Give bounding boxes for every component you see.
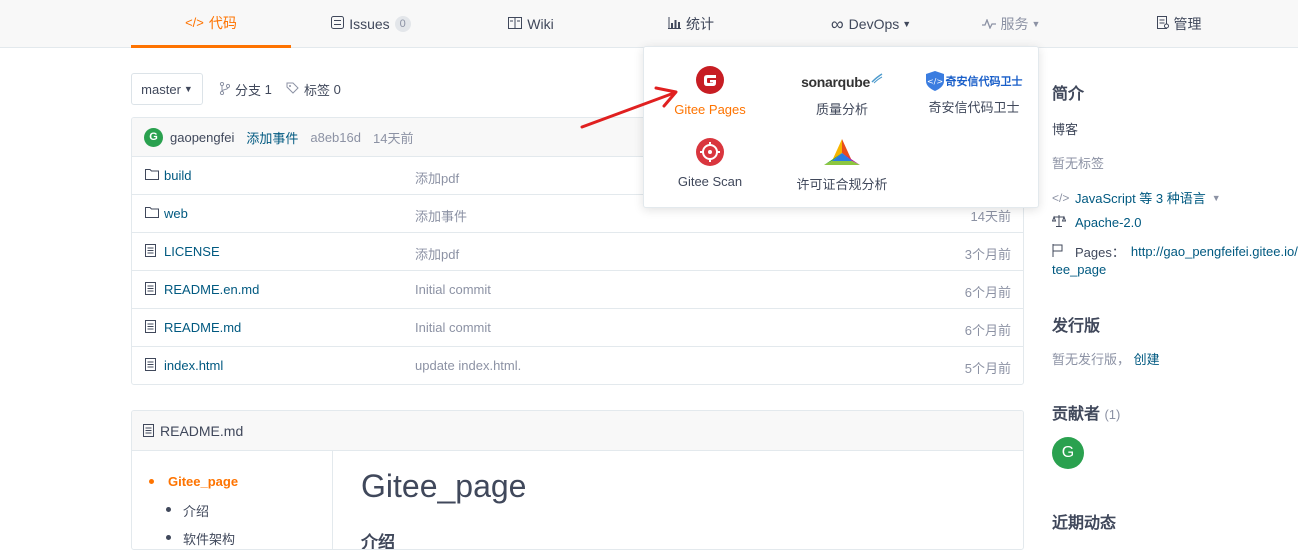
file-commit-message[interactable]: update index.html. bbox=[415, 358, 521, 373]
file-icon bbox=[145, 282, 156, 298]
commit-time: 14天前 bbox=[372, 130, 414, 146]
file-icon bbox=[145, 358, 156, 374]
file-name[interactable]: web bbox=[164, 206, 188, 221]
sonarqube-logo: sonarqube bbox=[776, 71, 908, 93]
file-icon bbox=[145, 320, 156, 336]
table-row: README.en.md Initial commit 6个月前 bbox=[132, 271, 1023, 309]
repo-nav-bar: </> 代码 Issues 0 Wiki 统计 ∞ DevOps ▼ 服务 ▼ bbox=[0, 0, 1298, 48]
readme-panel: README.md Gitee_page 介绍 软件架构 Gitee_page … bbox=[131, 410, 1024, 550]
license-row[interactable]: Apache-2.0 bbox=[1051, 215, 1142, 230]
release-row: 暂无发行版， 创建 bbox=[1052, 352, 1160, 367]
avatar[interactable]: G bbox=[144, 127, 163, 147]
file-commit-message[interactable]: 添加pdf bbox=[415, 244, 459, 263]
gitee-scan-icon bbox=[696, 138, 724, 166]
tag-icon bbox=[286, 82, 299, 98]
readme-toc: Gitee_page 介绍 软件架构 bbox=[132, 451, 333, 549]
qianxin-icon: </> 奇安信代码卫士 bbox=[908, 69, 1040, 93]
release-title: 发行版 bbox=[1052, 318, 1101, 335]
file-commit-message[interactable]: Initial commit bbox=[415, 282, 491, 297]
commit-sha[interactable]: a8eb16d bbox=[310, 130, 361, 145]
contributor-avatar[interactable]: G bbox=[1052, 437, 1084, 469]
file-time: 6个月前 bbox=[964, 323, 1011, 338]
toc-item[interactable]: 软件架构 bbox=[183, 529, 235, 548]
language-row[interactable]: </> JavaScript 等 3 种语言 ▼ bbox=[1052, 188, 1221, 207]
readme-filename: README.md bbox=[160, 422, 244, 439]
flag-icon bbox=[1052, 243, 1068, 260]
caret-down-icon: ▼ bbox=[1211, 192, 1221, 203]
caret-down-icon: ▼ bbox=[902, 19, 912, 29]
file-time: 14天前 bbox=[970, 209, 1011, 224]
file-name[interactable]: index.html bbox=[164, 358, 223, 373]
file-icon bbox=[145, 244, 156, 260]
quality-analysis-item[interactable]: sonarqube 质量分析 bbox=[776, 71, 908, 118]
pages-url[interactable]: http://gao_pengfeifei.gitee.io/gi bbox=[1131, 244, 1298, 259]
contributors-title: 贡献者 (1) bbox=[1052, 406, 1121, 423]
tab-code[interactable]: </> 代码 bbox=[131, 0, 291, 48]
intro-title: 简介 bbox=[1052, 86, 1085, 103]
file-commit-message[interactable]: 添加pdf bbox=[415, 168, 459, 187]
bullet-icon bbox=[149, 479, 154, 484]
scale-icon bbox=[1051, 215, 1068, 230]
branch-icon bbox=[219, 81, 231, 98]
code-icon: </> bbox=[1052, 190, 1070, 205]
table-row: README.md Initial commit 6个月前 bbox=[132, 309, 1023, 347]
license-compliance-icon bbox=[824, 139, 860, 165]
file-commit-message[interactable]: Initial commit bbox=[415, 320, 491, 335]
license-compliance-item[interactable]: 许可证合规分析 bbox=[776, 137, 908, 193]
caret-down-icon: ▼ bbox=[1031, 19, 1041, 29]
pulse-icon bbox=[981, 17, 996, 32]
file-time: 6个月前 bbox=[964, 285, 1011, 300]
toc-item[interactable]: Gitee_page bbox=[168, 474, 238, 489]
tab-manage[interactable]: 管理 bbox=[1099, 0, 1259, 48]
bullet-icon bbox=[166, 507, 171, 512]
gitee-pages-icon bbox=[696, 66, 724, 94]
folder-icon bbox=[145, 206, 159, 221]
annotation-arrow-icon bbox=[580, 86, 678, 129]
tab-issues[interactable]: Issues 0 bbox=[291, 0, 451, 48]
pages-row: Pages： http://gao_pengfeifei.gitee.io/gi bbox=[1052, 242, 1298, 261]
qianxin-item[interactable]: </> 奇安信代码卫士 奇安信代码卫士 bbox=[908, 69, 1040, 116]
caret-down-icon: ▼ bbox=[183, 84, 193, 94]
book-icon bbox=[508, 16, 523, 32]
readme-header: README.md bbox=[132, 411, 1023, 451]
svg-text:</>: </> bbox=[926, 77, 942, 86]
folder-icon bbox=[145, 168, 159, 183]
file-name[interactable]: README.en.md bbox=[164, 282, 259, 297]
tab-stats[interactable]: 统计 bbox=[611, 0, 771, 48]
no-tags-text: 暂无标签 bbox=[1052, 156, 1105, 171]
file-name[interactable]: build bbox=[164, 168, 191, 183]
branches-link[interactable]: 分支 1 bbox=[219, 80, 272, 99]
file-name[interactable]: LICENSE bbox=[164, 244, 220, 259]
create-release-link[interactable]: 创建 bbox=[1134, 352, 1160, 367]
tab-devops[interactable]: ∞ DevOps ▼ bbox=[771, 0, 971, 48]
commit-author[interactable]: gaopengfei bbox=[170, 130, 234, 145]
commit-message[interactable]: 添加事件 bbox=[246, 128, 298, 147]
bullet-icon bbox=[166, 535, 171, 540]
tags-link[interactable]: 标签 0 bbox=[286, 80, 341, 99]
file-time: 5个月前 bbox=[964, 361, 1011, 376]
services-dropdown: Gitee Pages sonarqube 质量分析 </> 奇安信代码卫士 奇… bbox=[643, 46, 1039, 208]
toc-item[interactable]: 介绍 bbox=[183, 501, 209, 520]
readme-title: Gitee_page bbox=[361, 468, 527, 504]
branch-select[interactable]: master ▼ bbox=[131, 73, 203, 105]
table-row: LICENSE 添加pdf 3个月前 bbox=[132, 233, 1023, 271]
infinity-icon: ∞ bbox=[830, 13, 844, 34]
activity-title: 近期动态 bbox=[1052, 515, 1117, 532]
bar-chart-icon bbox=[668, 16, 681, 32]
gitee-scan-item[interactable]: Gitee Scan bbox=[644, 137, 776, 189]
file-time: 3个月前 bbox=[964, 247, 1011, 262]
file-icon bbox=[143, 424, 154, 437]
readme-heading: 介绍 bbox=[361, 533, 395, 550]
file-name[interactable]: README.md bbox=[164, 320, 241, 335]
tab-services[interactable]: 服务 ▼ bbox=[971, 0, 1051, 48]
settings-doc-icon bbox=[1156, 16, 1169, 32]
issues-count-badge: 0 bbox=[394, 16, 411, 32]
table-row: index.html update index.html. 5个月前 bbox=[132, 347, 1023, 384]
repo-description: 博客 bbox=[1052, 122, 1079, 137]
tab-wiki[interactable]: Wiki bbox=[451, 0, 611, 48]
issues-icon bbox=[331, 16, 345, 32]
file-commit-message[interactable]: 添加事件 bbox=[415, 206, 467, 225]
code-icon: </> bbox=[185, 15, 204, 30]
pages-url-continued[interactable]: tee_page bbox=[1052, 262, 1106, 277]
